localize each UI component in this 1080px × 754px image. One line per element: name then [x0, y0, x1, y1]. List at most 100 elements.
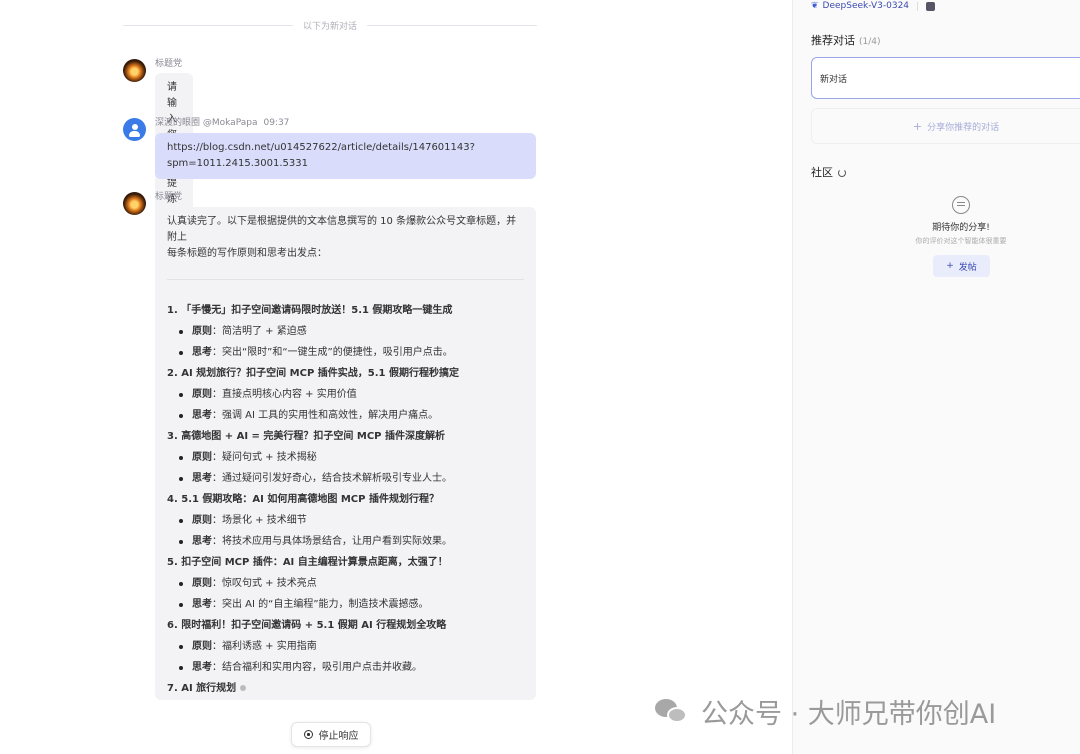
list-item-title: 6. 限时福利！扣子空间邀请码 + 5.1 假期 AI 行程规划全攻略 — [167, 620, 447, 631]
watermark: 公众号 · 大师兄带你创AI — [655, 692, 996, 730]
stop-response-label: 停止响应 — [318, 731, 359, 742]
list-item-thinking: 思考 ：突出 AI 的“自主编程”能力，制造技术震撼感。 — [167, 594, 524, 615]
bullet-icon — [179, 602, 183, 607]
list-item-principle: 原则 ：惊叹句式 + 技术亮点 — [167, 573, 524, 594]
thinking-label: 思考 — [192, 346, 212, 358]
stop-icon — [303, 730, 313, 739]
divider-line — [123, 24, 293, 26]
user-meta: 深渡的眼圈 @MokaPapa 09:37 — [155, 115, 289, 128]
thinking-text: ：通过疑问引发好奇心，结合技术解析吸引专业人士。 — [212, 472, 452, 484]
list-item-principle: 原则 ：福利诱惑 + 实用指南 — [167, 636, 524, 657]
bullet-icon — [179, 518, 183, 523]
wechat-icon — [655, 697, 689, 725]
model-name: DeepSeek-V3-0324 — [822, 1, 910, 11]
community-empty-state: 期待你的分享! 你的评价对这个智能体很重要 — [893, 196, 1029, 246]
bot-name: 标题党 — [155, 192, 183, 202]
chat-bubble-icon — [952, 196, 970, 214]
recommended-conversation-item[interactable]: 新对话 — [811, 57, 1080, 99]
list-item-thinking: 思考 ：突出“限时”和“一键生成”的便捷性，吸引用户点击。 — [167, 342, 524, 363]
list-item-title: 1. 「手慢无」扣子空间邀请码限时放送！5.1 假期攻略一键生成 — [167, 305, 453, 316]
bot-avatar[interactable] — [123, 192, 146, 215]
community-title: 社区 — [811, 166, 833, 179]
reply-separator — [167, 279, 524, 280]
bullet-icon — [179, 539, 183, 544]
loading-indicator — [240, 685, 247, 691]
thinking-label: 思考 — [192, 598, 212, 610]
message-time: 09:37 — [263, 118, 290, 128]
last-item-text: 7. AI 旅行规划 — [167, 683, 237, 694]
share-conversation-label: 分享你推荐的对话 — [927, 122, 1000, 133]
empty-subtitle: 你的评价对这个智能体很重要 — [915, 237, 1007, 245]
community-section-title: 社区 — [811, 164, 846, 180]
recommend-title: 推荐对话 — [811, 34, 855, 47]
bot-avatar[interactable] — [123, 59, 146, 82]
post-button[interactable]: + 发帖 — [933, 255, 990, 277]
list-item-thinking: 思考 ：结合福利和实用内容，吸引用户点击并收藏。 — [167, 657, 524, 678]
thinking-text: ：突出“限时”和“一键生成”的便捷性，吸引用户点击。 — [212, 346, 453, 358]
reply-intro-line: 认真读完了。以下是根据提供的文本信息撰写的 10 条爆款公众号文章标题，并附上 — [167, 216, 517, 243]
list-item-title: 7. AI 旅行规划 — [167, 678, 524, 699]
bot-name: 标题党 — [155, 59, 183, 69]
user-message-line: https://blog.csdn.net/u014527622/article… — [167, 142, 475, 153]
share-conversation-button[interactable]: + 分享你推荐的对话 — [811, 108, 1080, 144]
reply-intro-line: 每条标题的写作原则和思考出发点： — [167, 248, 327, 259]
bullet-icon — [179, 455, 183, 460]
principle-text: ：疑问句式 + 技术揭秘 — [212, 451, 317, 463]
divider-line — [367, 24, 538, 26]
principle-label: 原则 — [192, 514, 212, 526]
user-bubble: https://blog.csdn.net/u014527622/article… — [155, 133, 536, 179]
empty-title: 期待你的分享! — [932, 223, 990, 233]
list-item-thinking: 思考 ：强调 AI 工具的实用性和高效性，解决用户痛点。 — [167, 405, 524, 426]
bullet-icon — [179, 413, 183, 418]
thinking-label: 思考 — [192, 409, 212, 421]
new-conversation-divider: 以下为新对话 — [123, 16, 538, 34]
list-item-principle: 原则 ：疑问句式 + 技术揭秘 — [167, 447, 524, 468]
watermark-text: 公众号 · 大师兄带你创AI — [701, 698, 997, 730]
user-message-line: spm=1011.2415.3001.5331 — [167, 158, 309, 169]
stop-response-button[interactable]: 停止响应 — [291, 722, 371, 747]
principle-text: ：福利诱惑 + 实用指南 — [212, 640, 317, 652]
principle-label: 原则 — [192, 640, 212, 652]
recommended-conversation-label: 新对话 — [820, 74, 848, 85]
plugin-thumbnail-icon[interactable] — [926, 1, 936, 11]
thinking-text: ：结合福利和实用内容，吸引用户点击并收藏。 — [212, 661, 422, 673]
plus-icon: + — [912, 119, 923, 133]
list-item-principle: 原则 ：场景化 + 技术细节 — [167, 510, 524, 531]
thinking-text: ：强调 AI 工具的实用性和高效性，解决用户痛点。 — [212, 409, 439, 421]
model-selector[interactable]: ❦ DeepSeek-V3-0324 — [811, 0, 936, 12]
list-item-thinking: 思考 ：通过疑问引发好奇心，结合技术解析吸引专业人士。 — [167, 468, 524, 489]
thinking-text: ：将技术应用与具体场景结合，让用户看到实际效果。 — [212, 535, 452, 547]
model-logo-icon: ❦ — [811, 1, 819, 11]
right-panel: ❦ DeepSeek-V3-0324 推荐对话 (1/4) 新对话 + 分享你推荐… — [792, 0, 1080, 754]
list-item-title: 4. 5.1 假期攻略：AI 如何用高德地图 MCP 插件规划行程？ — [167, 494, 439, 505]
bullet-icon — [179, 392, 183, 397]
bullet-icon — [179, 665, 183, 670]
principle-label: 原则 — [192, 451, 212, 463]
thinking-text: ：突出 AI 的“自主编程”能力，制造技术震撼感。 — [212, 598, 429, 610]
list-item-principle: 原则 ：简洁明了 + 紧迫感 — [167, 321, 524, 342]
refresh-icon[interactable] — [838, 169, 846, 177]
divider-text: 以下为新对话 — [303, 21, 358, 32]
model-separator — [917, 1, 919, 11]
title-list: 1. 「手慢无」扣子空间邀请码限时放送！5.1 假期攻略一键生成 原则 ：简洁明了 … — [167, 300, 524, 678]
principle-text: ：简洁明了 + 紧迫感 — [212, 325, 307, 337]
bullet-icon — [179, 476, 183, 481]
list-item-title: 5. 扣子空间 MCP 插件：AI 自主编程计算景点距离，太强了！ — [167, 557, 448, 568]
bullet-icon — [179, 350, 183, 355]
principle-text: ：惊叹句式 + 技术亮点 — [212, 577, 317, 589]
bullet-icon — [179, 329, 183, 334]
post-button-label: 发帖 — [958, 262, 977, 273]
principle-text: ：直接点明核心内容 + 实用价值 — [212, 388, 357, 400]
bot-reply-bubble: 认真读完了。以下是根据提供的文本信息撰写的 10 条爆款公众号文章标题，并附上 … — [155, 207, 536, 700]
user-name: 深渡的眼圈 @MokaPapa — [155, 118, 258, 128]
principle-text: ：场景化 + 技术细节 — [212, 514, 307, 526]
principle-label: 原则 — [192, 325, 212, 337]
bullet-icon — [179, 644, 183, 649]
recommend-count: (1/4) — [859, 37, 881, 47]
user-avatar-icon[interactable] — [123, 118, 146, 141]
thinking-label: 思考 — [192, 535, 212, 547]
bullet-icon — [179, 581, 183, 586]
thinking-label: 思考 — [192, 661, 212, 673]
principle-label: 原则 — [192, 388, 212, 400]
thinking-label: 思考 — [192, 472, 212, 484]
